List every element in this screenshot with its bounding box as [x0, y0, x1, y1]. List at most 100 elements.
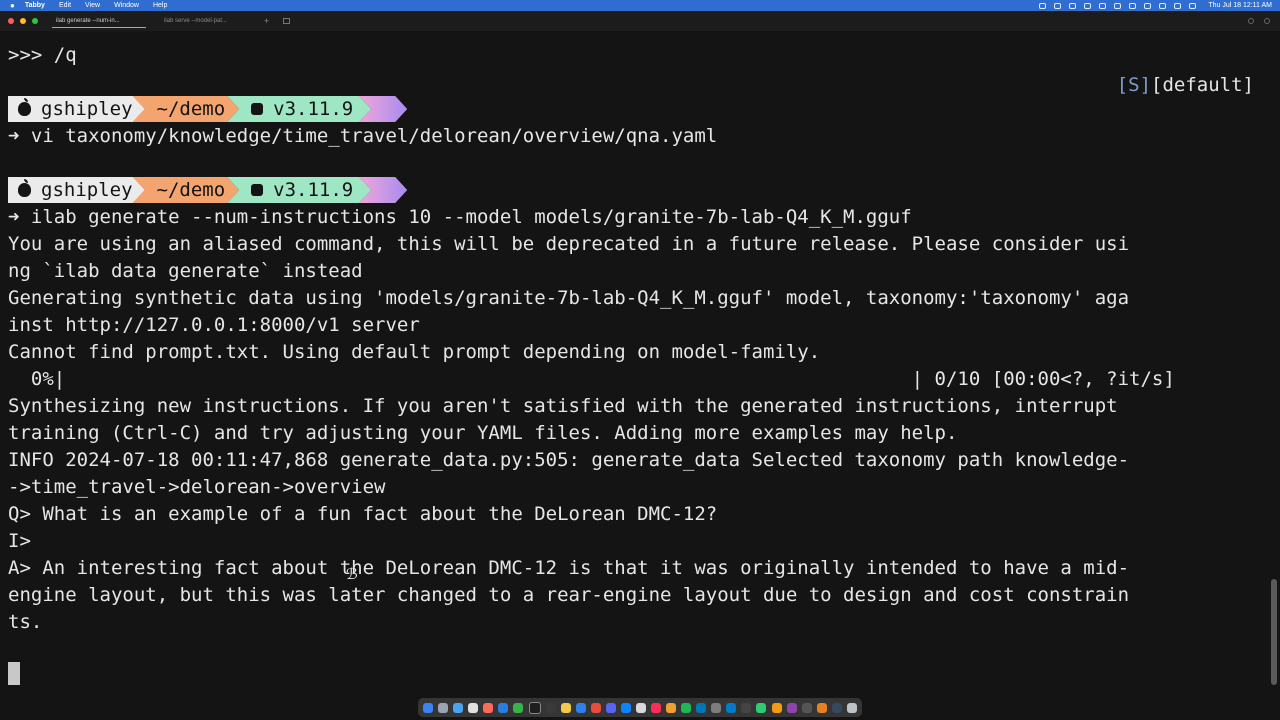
- prompt-user-segment: gshipley: [8, 177, 145, 203]
- stop-icon[interactable]: [1054, 2, 1062, 9]
- safari-icon[interactable]: [453, 702, 464, 713]
- app-icon[interactable]: [605, 702, 616, 713]
- app-icon[interactable]: [786, 702, 797, 713]
- prompt-dir: ~/demo: [156, 98, 226, 120]
- prompt-dir-segment: ~/demo: [133, 96, 240, 122]
- tab-ilab-generate[interactable]: ilab generate --num-in...: [52, 15, 146, 28]
- prompt-user: gshipley: [41, 179, 133, 201]
- app-icon[interactable]: [816, 702, 827, 713]
- clock[interactable]: Thu Jul 18 12:11 AM: [1208, 2, 1272, 9]
- finder-icon[interactable]: [423, 702, 434, 713]
- app-icon[interactable]: [801, 702, 812, 713]
- app-icon[interactable]: [575, 702, 586, 713]
- status-profile: [default]: [1151, 74, 1254, 96]
- terminal-pane[interactable]: >>> /q [S][default] gshipley ~/demo v3.1…: [0, 31, 1280, 696]
- terminal-output-line: INFO 2024-07-18 00:11:47,868 generate_da…: [8, 449, 1130, 471]
- minimize-window-button[interactable]: [20, 18, 26, 24]
- terminal-icon[interactable]: [528, 701, 541, 714]
- wifi-icon[interactable]: [1159, 2, 1167, 9]
- app-icon[interactable]: [635, 702, 646, 713]
- shell-prompt: gshipley ~/demo v3.11.9: [8, 177, 407, 203]
- terminal-output-line: I>: [8, 530, 31, 552]
- dock: [418, 698, 862, 717]
- tab-bar: ilab generate --num-in... ilab serve --m…: [0, 11, 1280, 31]
- prompt-python: v3.11.9: [273, 98, 354, 120]
- messages-icon[interactable]: [513, 702, 524, 713]
- display-icon[interactable]: [1114, 2, 1122, 9]
- tabby-icon[interactable]: [545, 702, 556, 713]
- menu-view[interactable]: View: [85, 2, 100, 9]
- chrome-icon[interactable]: [560, 702, 571, 713]
- status-indicator: [S][default]: [1117, 72, 1254, 99]
- app-icon[interactable]: [696, 702, 707, 713]
- apple-icon: [18, 98, 31, 116]
- split-pane-icon[interactable]: [283, 18, 291, 24]
- menu-window[interactable]: Window: [114, 2, 139, 9]
- terminal-output-line: engine layout, but this was later change…: [8, 584, 1130, 606]
- terminal-output-line: training (Ctrl-C) and try adjusting your…: [8, 422, 958, 444]
- prompt-python-segment: v3.11.9: [227, 177, 371, 203]
- launchpad-icon[interactable]: [438, 702, 449, 713]
- terminal-line: >>> /q: [8, 44, 77, 66]
- progress-bar-line: 0%| | 0/10 [00:00<?, ?it/s]: [8, 368, 1175, 390]
- screen-record-icon[interactable]: [1039, 2, 1047, 9]
- terminal-command: ➜ ilab generate --num-instructions 10 --…: [8, 206, 912, 228]
- python-icon: [251, 103, 263, 115]
- app-icon[interactable]: [590, 702, 601, 713]
- profile-icon[interactable]: [1248, 18, 1254, 24]
- terminal-output-line: You are using an aliased command, this w…: [8, 233, 1130, 255]
- menu-help[interactable]: Help: [153, 2, 167, 9]
- zoom-window-button[interactable]: [32, 18, 38, 24]
- settings-icon[interactable]: [1264, 18, 1270, 24]
- app-icon[interactable]: [741, 702, 752, 713]
- battery-icon[interactable]: [1144, 2, 1152, 9]
- menu-app-name[interactable]: Tabby: [25, 2, 45, 9]
- app-icon[interactable]: [620, 702, 631, 713]
- terminal-output-line: inst http://127.0.0.1:8000/v1 server: [8, 314, 420, 336]
- tab-ilab-serve[interactable]: ilab serve --model-pat...: [160, 15, 254, 27]
- trash-icon[interactable]: [846, 702, 857, 713]
- terminal-command: ➜ vi taxonomy/knowledge/time_travel/delo…: [8, 125, 718, 147]
- search-icon[interactable]: [1174, 2, 1182, 9]
- python-icon: [251, 184, 263, 196]
- terminal-output-line: A> An interesting fact about the DeLorea…: [8, 557, 1130, 579]
- apple-icon: [18, 179, 31, 197]
- dropbox-icon[interactable]: [1069, 2, 1077, 9]
- menu-bar: ● Tabby Edit View Window Help Thu Jul 18…: [0, 0, 1280, 11]
- photos-icon[interactable]: [483, 702, 494, 713]
- mail-icon[interactable]: [468, 702, 479, 713]
- terminal-cursor: [8, 662, 20, 685]
- close-window-button[interactable]: [8, 18, 14, 24]
- new-tab-button[interactable]: +: [264, 16, 269, 26]
- terminal-output-line: Synthesizing new instructions. If you ar…: [8, 395, 1118, 417]
- gear-icon[interactable]: [1084, 2, 1092, 9]
- app-icon[interactable]: [666, 702, 677, 713]
- menu-edit[interactable]: Edit: [59, 2, 71, 9]
- music-icon[interactable]: [651, 702, 661, 713]
- spotify-icon[interactable]: [681, 702, 692, 713]
- app-icon[interactable]: [711, 702, 722, 713]
- apple-menu-icon[interactable]: ●: [10, 1, 15, 10]
- prompt-dir: ~/demo: [156, 179, 226, 201]
- status-s: [S]: [1116, 74, 1152, 96]
- terminal-output-line: Q> What is an example of a fun fact abou…: [8, 503, 718, 525]
- prompt-dir-segment: ~/demo: [133, 177, 240, 203]
- app-icon[interactable]: [756, 702, 767, 713]
- terminal-output-line: Generating synthetic data using 'models/…: [8, 287, 1130, 309]
- terminal-output-line: ts.: [8, 611, 43, 633]
- app-icon[interactable]: [498, 702, 509, 713]
- app-icon[interactable]: [771, 702, 782, 713]
- bluetooth-icon[interactable]: [1129, 2, 1137, 9]
- control-center-icon[interactable]: [1189, 2, 1197, 9]
- text-cursor-icon: ℬ: [346, 565, 358, 583]
- terminal-output-line: ng `ilab data generate` instead: [8, 260, 363, 282]
- app-icon[interactable]: [831, 702, 842, 713]
- terminal-scrollbar[interactable]: [1271, 579, 1277, 685]
- status-icons: Thu Jul 18 12:11 AM: [1039, 2, 1272, 9]
- prompt-user-segment: gshipley: [8, 96, 145, 122]
- vscode-icon[interactable]: [726, 702, 737, 713]
- prompt-user: gshipley: [41, 98, 133, 120]
- terminal-output-line: Cannot find prompt.txt. Using default pr…: [8, 341, 821, 363]
- shell-prompt: gshipley ~/demo v3.11.9: [8, 96, 407, 122]
- play-icon[interactable]: [1099, 2, 1107, 9]
